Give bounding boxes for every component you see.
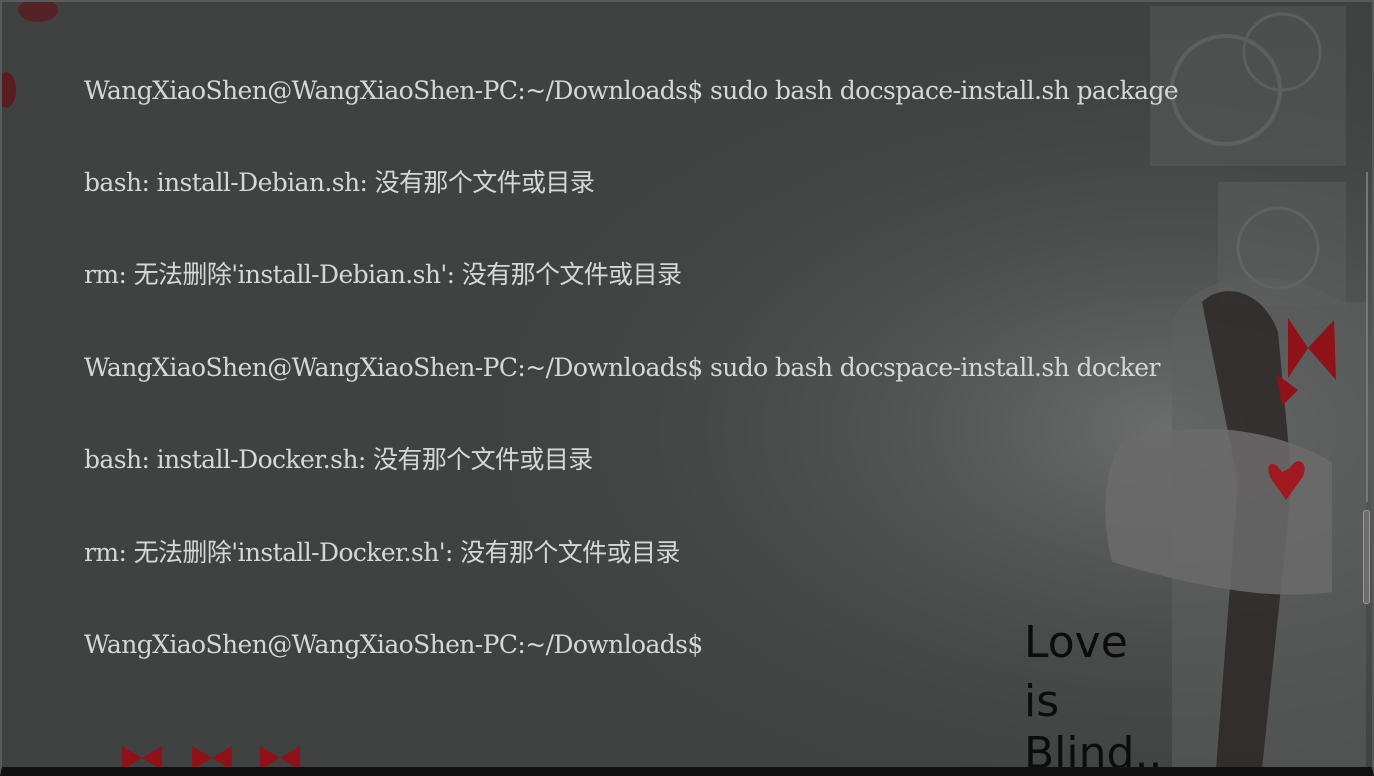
scrollbar-track — [1366, 172, 1368, 502]
bow-decoration-icon — [122, 746, 300, 767]
terminal-window: Love is Blind.. WangXiaoShen@WangXiaoShe… — [0, 0, 1374, 776]
scrollbar-thumb[interactable] — [1363, 510, 1370, 604]
terminal-line: WangXiaoShen@WangXiaoShen-PC:~/Downloads… — [84, 352, 1160, 382]
terminal-output[interactable]: WangXiaoShen@WangXiaoShen-PC:~/Downloads… — [84, 14, 1324, 722]
terminal-line: rm: 无法删除'install-Docker.sh': 没有那个文件或目录 — [84, 537, 680, 567]
terminal-line: bash: install-Debian.sh: 没有那个文件或目录 — [84, 167, 595, 197]
terminal-line: bash: install-Docker.sh: 没有那个文件或目录 — [84, 445, 593, 475]
terminal-line: WangXiaoShen@WangXiaoShen-PC:~/Downloads… — [84, 75, 1179, 105]
terminal-line: rm: 无法删除'install-Debian.sh': 没有那个文件或目录 — [84, 260, 682, 290]
heart-decoration-icon — [2, 2, 58, 108]
caption-line-3: Blind.. — [1024, 728, 1162, 776]
terminal-prompt-line: WangXiaoShen@WangXiaoShen-PC:~/Downloads… — [84, 629, 703, 659]
vertical-scrollbar[interactable] — [1360, 2, 1370, 767]
